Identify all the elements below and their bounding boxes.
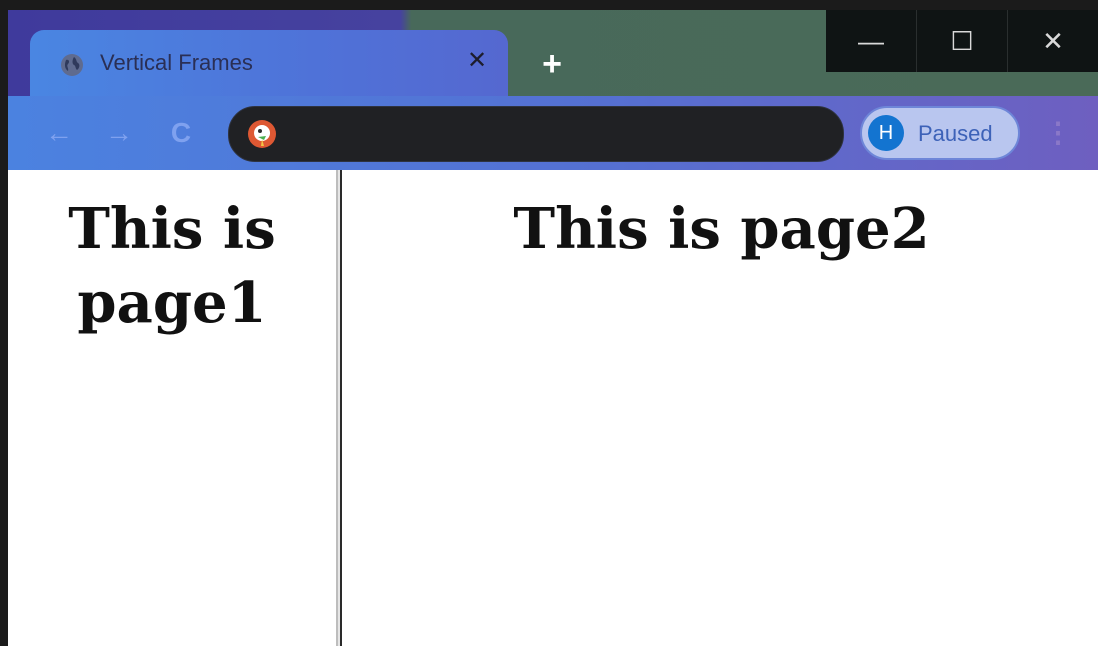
address-bar[interactable] <box>228 106 844 162</box>
page-content: This is page1 This is page2 <box>8 170 1098 646</box>
menu-button[interactable]: ⋮ <box>1044 114 1072 152</box>
profile-status: Paused <box>918 121 993 146</box>
close-window-button[interactable]: ✕ <box>1007 10 1098 72</box>
window-controls: — ☐ ✕ <box>826 10 1098 72</box>
globe-icon <box>60 53 84 77</box>
tab-vertical-frames[interactable]: Vertical Frames ✕ <box>30 30 508 96</box>
title-bar: Vertical Frames ✕ + — ☐ ✕ <box>8 10 1098 96</box>
frame-divider[interactable] <box>336 170 345 646</box>
right-frame: This is page2 <box>345 170 1098 646</box>
tab-close-icon[interactable]: ✕ <box>462 46 492 76</box>
back-button[interactable]: ← <box>42 116 76 150</box>
left-frame: This is page1 <box>8 170 336 646</box>
left-frame-heading: This is page1 <box>68 196 276 336</box>
reload-button[interactable]: C <box>164 116 198 150</box>
profile-avatar: H <box>868 115 904 151</box>
browser-toolbar: ← → C H Paused ⋮ <box>8 96 1098 170</box>
maximize-button[interactable]: ☐ <box>916 10 1007 72</box>
right-frame-heading: This is page2 <box>513 196 930 262</box>
browser-window: Vertical Frames ✕ + — ☐ ✕ ← → C H Paused… <box>8 10 1098 646</box>
new-tab-button[interactable]: + <box>536 47 568 81</box>
tab-title: Vertical Frames <box>100 50 253 75</box>
forward-button[interactable]: → <box>102 116 136 150</box>
profile-button[interactable]: H Paused <box>860 106 1020 160</box>
minimize-button[interactable]: — <box>826 10 916 72</box>
duckduckgo-icon <box>247 119 277 149</box>
